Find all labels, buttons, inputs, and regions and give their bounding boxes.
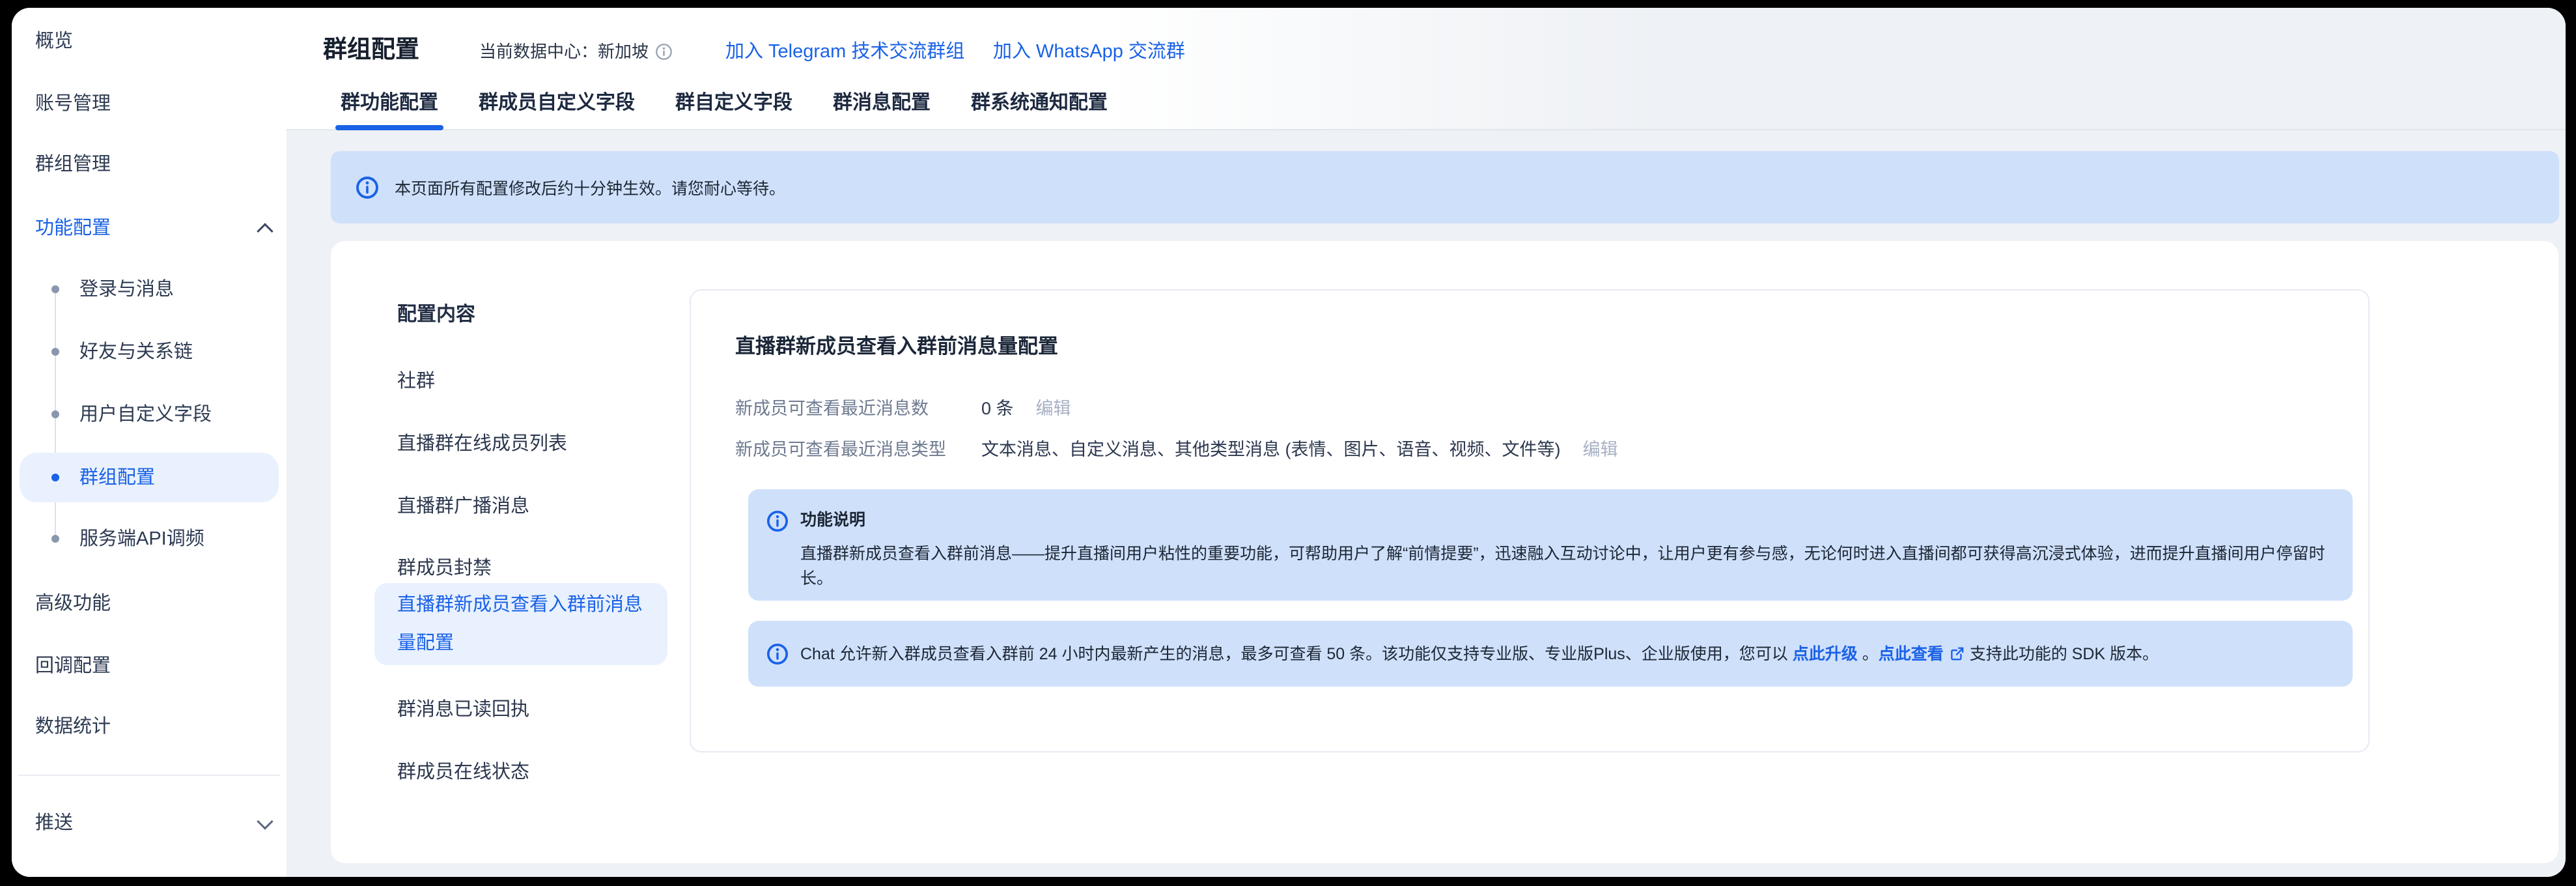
page-header: 群组配置 当前数据中心：新加坡 加入 Telegram 技术交流群组 加入 Wh… (287, 8, 2566, 130)
edit-button[interactable]: 编辑 (1036, 399, 1071, 418)
sidebar-item-advanced-features[interactable]: 高级功能 (35, 584, 111, 622)
setting-label: 新成员可查看最近消息数 (735, 394, 981, 423)
setting-label: 新成员可查看最近消息类型 (735, 435, 981, 464)
bullet-icon (51, 410, 59, 418)
info-icon (356, 176, 379, 199)
feature-note-content: 功能说明 直播群新成员查看入群前消息——提升直播间用户粘性的重要功能，可帮助用户… (800, 507, 2327, 584)
feature-note-title: 功能说明 (800, 507, 2327, 532)
sidebar-item-push[interactable]: 推送 (35, 804, 73, 842)
view-sdk-link[interactable]: 点此查看 (1879, 645, 1944, 663)
config-menu-title: 配置内容 (397, 300, 475, 329)
setting-value: 文本消息、自定义消息、其他类型消息 (表情、图片、语音、视频、文件等) (981, 440, 1560, 459)
config-menu-item-label: 直播群新成员查看入群前消息量配置 (374, 583, 667, 665)
page-title: 群组配置 (323, 34, 419, 65)
sidebar-item-label: 回调配置 (35, 655, 111, 676)
info-icon (766, 643, 789, 665)
external-link-icon[interactable] (1949, 645, 1966, 662)
sidebar-subitem-server-api-rate[interactable]: 服务端API调频 (79, 520, 204, 558)
sidebar-item-group-management[interactable]: 群组管理 (35, 145, 111, 183)
tab-group-system-notice-config[interactable]: 群系统通知配置 (971, 86, 1108, 129)
content-card: 配置内容 社群 直播群在线成员列表 直播群广播消息 群成员封禁 直播群新成员查看… (331, 241, 2558, 863)
bullet-icon (51, 348, 59, 356)
sidebar-item-label: 群组管理 (35, 154, 111, 175)
detail-title: 直播群新成员查看入群前消息量配置 (735, 332, 1058, 361)
config-menu-item-member-ban[interactable]: 群成员封禁 (397, 554, 492, 582)
detail-panel: 直播群新成员查看入群前消息量配置 新成员可查看最近消息数0 条编辑 新成员可查看… (690, 289, 2370, 752)
tab-bar: 群功能配置 群成员自定义字段 群自定义字段 群消息配置 群系统通知配置 (341, 86, 1108, 129)
whatsapp-group-link[interactable]: 加入 WhatsApp 交流群 (993, 39, 1185, 64)
config-menu-item-live-online-member-list[interactable]: 直播群在线成员列表 (397, 429, 567, 458)
sidebar-item-feature-config[interactable]: 功能配置 (35, 209, 111, 247)
sidebar-item-label: 概览 (35, 31, 73, 51)
sidebar-item-label: 用户自定义字段 (79, 404, 212, 425)
plan-note-prefix: Chat 允许新入群成员查看入群前 24 小时内最新产生的消息，最多可查看 50… (800, 645, 1793, 663)
plan-note-box: Chat 允许新入群成员查看入群前 24 小时内最新产生的消息，最多可查看 50… (748, 621, 2353, 687)
config-menu-item-read-receipt[interactable]: 群消息已读回执 (397, 695, 529, 724)
feature-note-box: 功能说明 直播群新成员查看入群前消息——提升直播间用户粘性的重要功能，可帮助用户… (748, 489, 2353, 601)
sidebar-subitem-login-message[interactable]: 登录与消息 (79, 270, 174, 308)
tab-group-feature-config[interactable]: 群功能配置 (341, 86, 438, 129)
info-icon (766, 510, 789, 532)
console-window: 概览 账号管理 群组管理 功能配置 登录与消息 好友与关系链 用户自定义字段 群… (12, 8, 2566, 877)
edit-button[interactable]: 编辑 (1582, 440, 1617, 459)
sidebar-item-overview[interactable]: 概览 (35, 22, 73, 60)
upgrade-link[interactable]: 点此升级 (1793, 645, 1858, 663)
sidebar-divider (18, 775, 280, 776)
bullet-icon (51, 474, 59, 481)
sidebar-item-label: 服务端API调频 (79, 528, 204, 549)
setting-value: 0 条 (981, 399, 1014, 418)
sidebar-item-label: 账号管理 (35, 93, 111, 114)
plan-note-suffix: 支持此功能的 SDK 版本。 (1970, 645, 2159, 663)
sidebar-item-label: 群组配置 (79, 453, 155, 502)
chevron-down-icon[interactable] (257, 813, 273, 829)
info-icon[interactable] (655, 43, 673, 61)
tab-group-message-config[interactable]: 群消息配置 (833, 86, 931, 129)
page-notice-banner: 本页面所有配置修改后约十分钟生效。请您耐心等待。 (331, 151, 2559, 223)
banner-text: 本页面所有配置修改后约十分钟生效。请您耐心等待。 (395, 176, 785, 199)
sidebar-item-label: 好友与关系链 (79, 341, 193, 362)
datacenter-label: 当前数据中心：新加坡 (479, 39, 649, 64)
sidebar-item-callback-config[interactable]: 回调配置 (35, 647, 111, 685)
setting-row-recent-message-count: 新成员可查看最近消息数0 条 编辑 (735, 394, 1071, 423)
setting-row-recent-message-types: 新成员可查看最近消息类型文本消息、自定义消息、其他类型消息 (表情、图片、语音、… (735, 435, 1617, 464)
feature-note-body: 直播群新成员查看入群前消息——提升直播间用户粘性的重要功能，可帮助用户了解“前情… (800, 541, 2327, 591)
sidebar-item-label: 功能配置 (35, 218, 111, 238)
plan-note-separator: 。 (1858, 645, 1879, 663)
telegram-group-link[interactable]: 加入 Telegram 技术交流群组 (725, 39, 964, 64)
sidebar: 概览 账号管理 群组管理 功能配置 登录与消息 好友与关系链 用户自定义字段 群… (12, 8, 287, 877)
sidebar-subitem-friends-relations[interactable]: 好友与关系链 (79, 333, 193, 371)
config-menu-item-pre-join-history-selected[interactable]: 直播群新成员查看入群前消息量配置 (374, 583, 667, 665)
sidebar-item-label: 推送 (35, 812, 73, 833)
sidebar-item-label: 数据统计 (35, 716, 111, 737)
sidebar-subitem-user-custom-fields[interactable]: 用户自定义字段 (79, 395, 212, 433)
sidebar-item-account-management[interactable]: 账号管理 (35, 85, 111, 122)
bullet-icon (51, 535, 59, 543)
sidebar-item-data-statistics[interactable]: 数据统计 (35, 707, 111, 745)
tab-group-member-custom-fields[interactable]: 群成员自定义字段 (479, 86, 635, 129)
sidebar-item-label: 登录与消息 (79, 279, 174, 300)
config-menu-item-live-broadcast-message[interactable]: 直播群广播消息 (397, 492, 529, 521)
config-menu-item-community[interactable]: 社群 (397, 367, 435, 395)
chevron-up-icon[interactable] (257, 223, 273, 239)
sidebar-item-label: 高级功能 (35, 593, 111, 614)
bullet-icon (51, 285, 59, 293)
datacenter-indicator: 当前数据中心：新加坡 (479, 39, 673, 64)
tab-group-custom-fields[interactable]: 群自定义字段 (675, 86, 792, 129)
config-menu-item-member-online-status[interactable]: 群成员在线状态 (397, 758, 529, 786)
plan-note-text: Chat 允许新入群成员查看入群前 24 小时内最新产生的消息，最多可查看 50… (800, 642, 2159, 666)
